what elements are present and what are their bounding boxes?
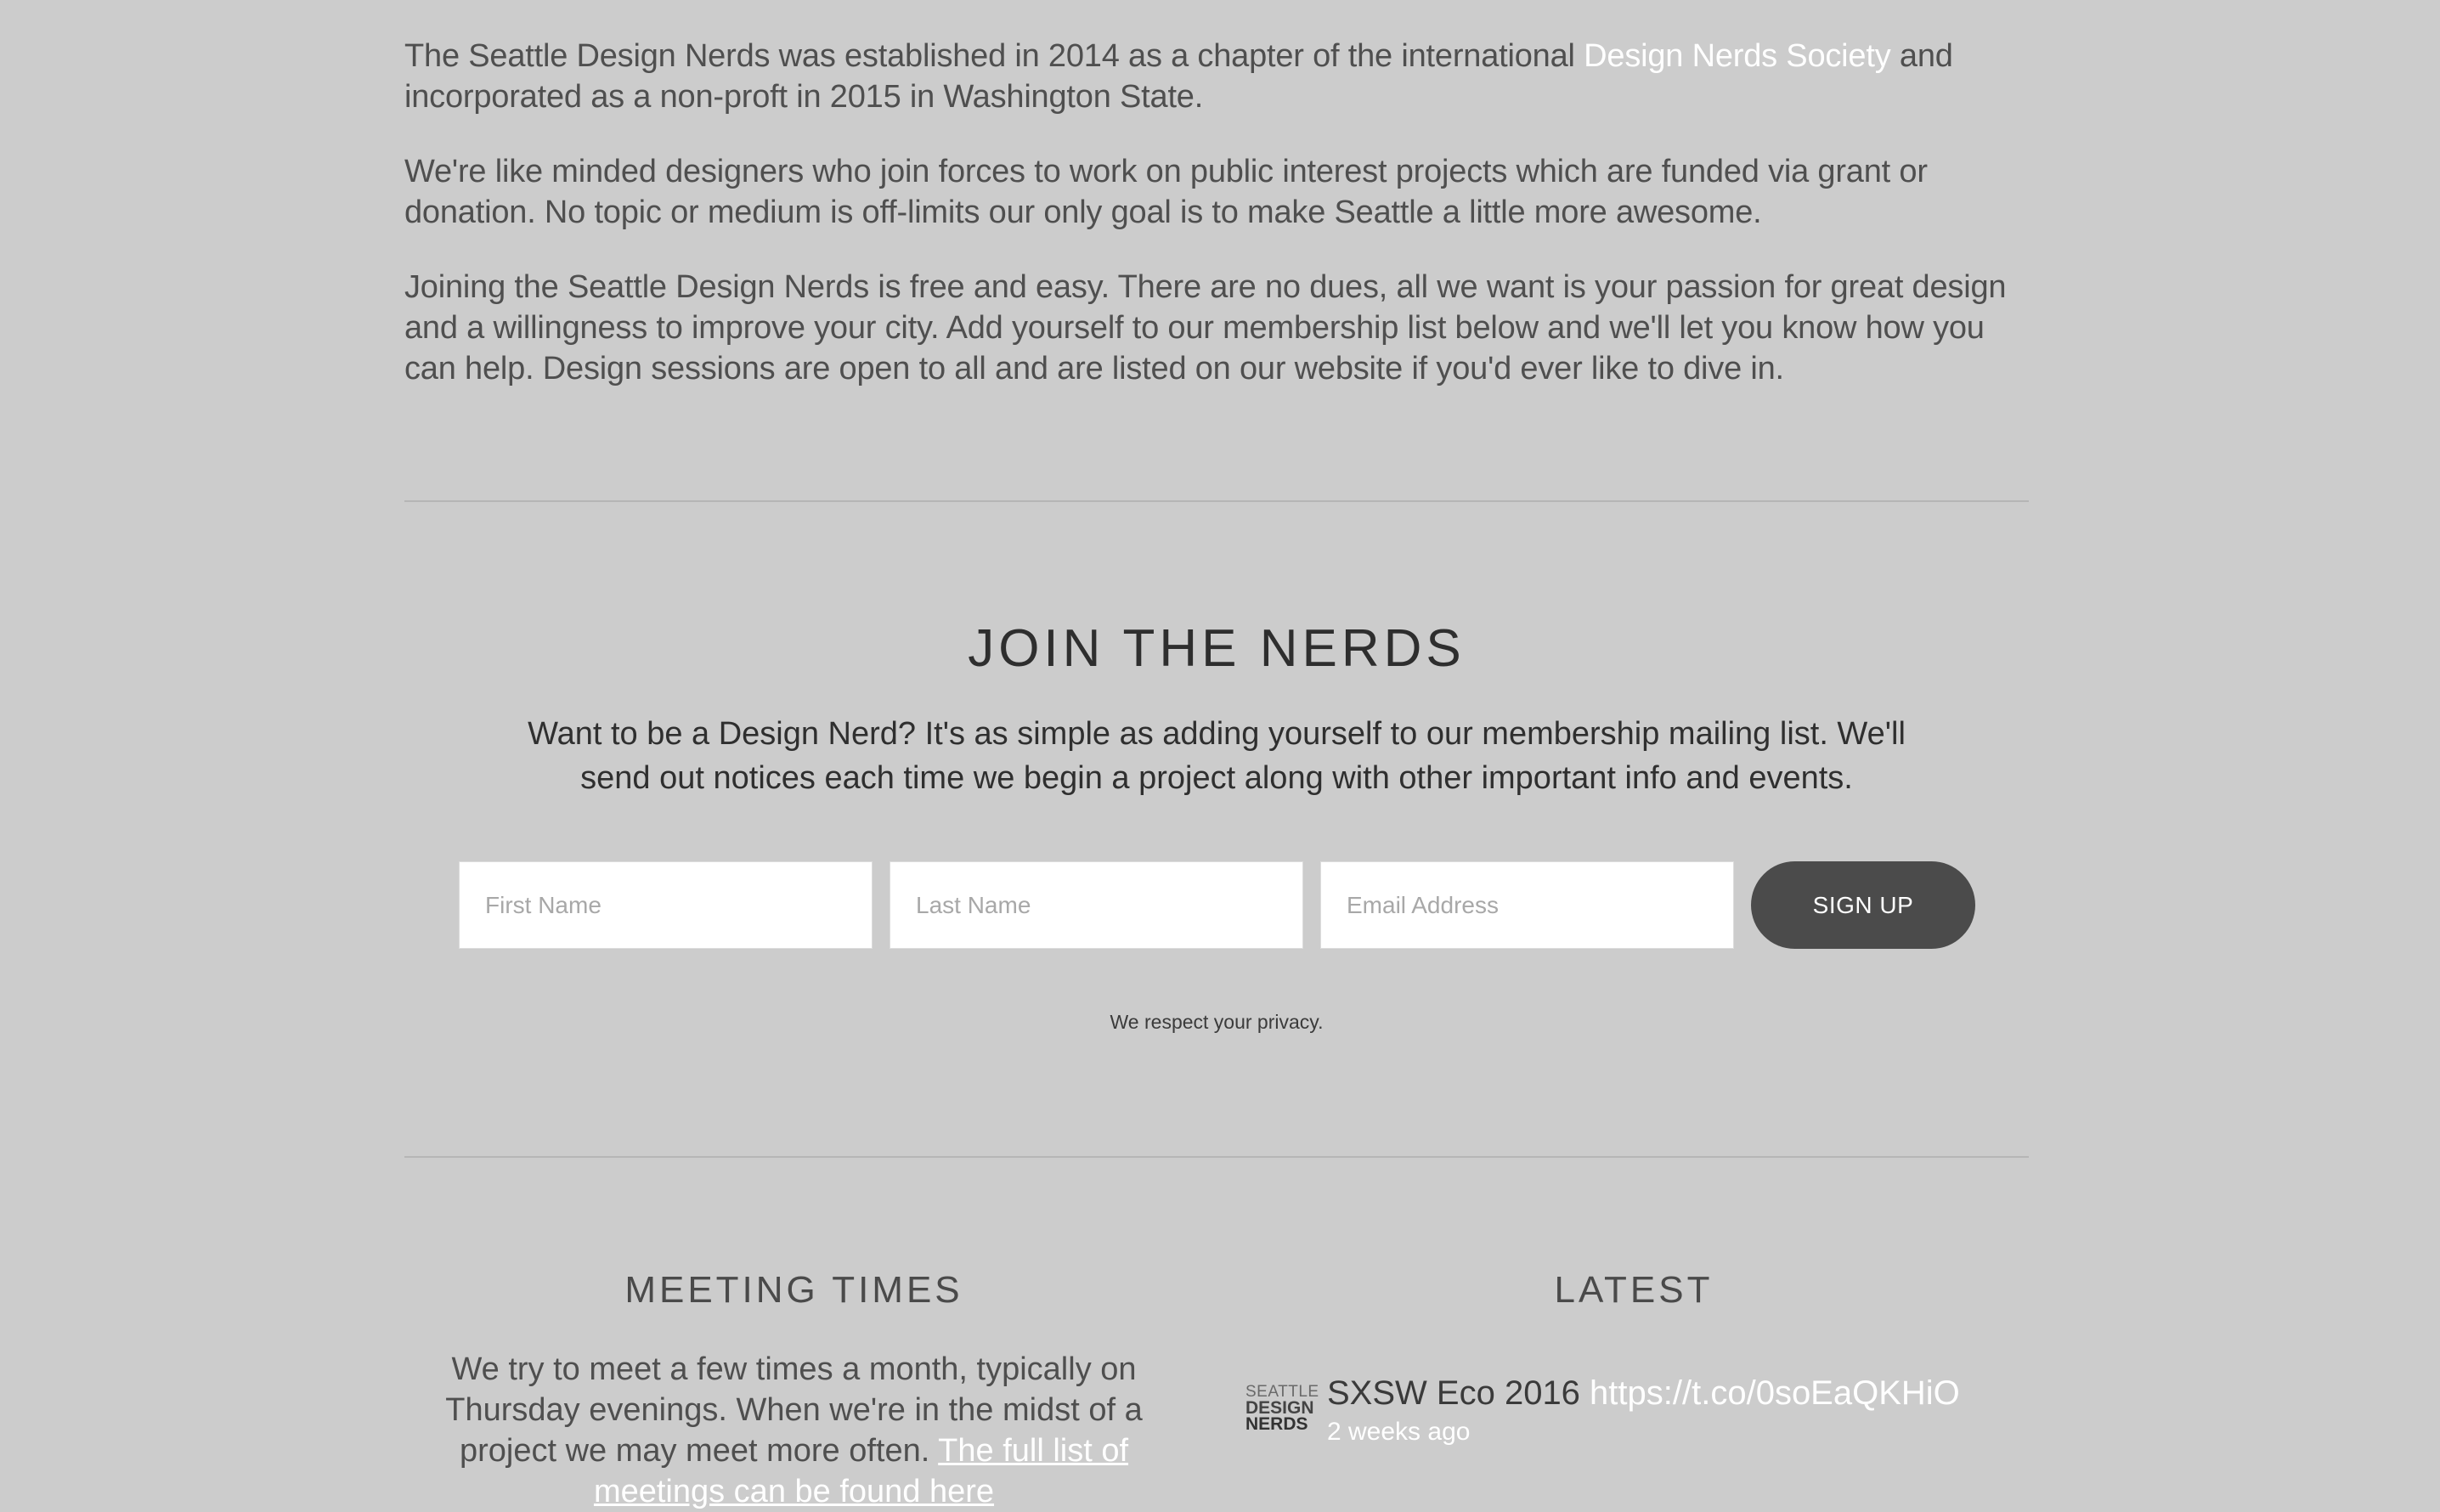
about-text: The Seattle Design Nerds was established… [404, 38, 1584, 74]
section-divider [404, 1156, 2029, 1158]
section-divider [404, 500, 2029, 502]
tweet-timestamp: 2 weeks ago [1327, 1418, 1471, 1446]
join-title: JOIN THE NERDS [968, 619, 1466, 678]
email-input[interactable] [1320, 861, 1734, 949]
tweet-link[interactable]: https://t.co/0soEaQKHiO [1590, 1374, 1960, 1412]
tweet-text: SXSW Eco 2016 https://t.co/0soEaQKHiO [1327, 1372, 1960, 1414]
meeting-times-text: We try to meet a few times a month, typi… [404, 1349, 1183, 1512]
tweet-body: SXSW Eco 2016 [1327, 1374, 1590, 1412]
join-description: Want to be a Design Nerd? It's as simple… [528, 716, 1906, 796]
sign-up-button[interactable]: SIGN UP [1751, 861, 1975, 949]
privacy-note: We respect your privacy. [1110, 1011, 1324, 1033]
latest-title: LATEST [1554, 1269, 1714, 1311]
design-nerds-society-link[interactable]: Design Nerds Society [1584, 38, 1891, 74]
about-paragraph-3: Joining the Seattle Design Nerds is free… [404, 269, 2007, 386]
first-name-input[interactable] [459, 861, 873, 949]
meeting-times-title: MEETING TIMES [624, 1269, 963, 1311]
logo-line: NERDS [1245, 1414, 1308, 1434]
seattle-design-nerds-logo: SEATTLE DESIGN NERDS [1245, 1384, 1324, 1440]
last-name-input[interactable] [890, 861, 1303, 949]
about-paragraph-1: The Seattle Design Nerds was established… [404, 36, 2029, 117]
about-paragraph-2: We're like minded designers who join for… [404, 154, 1928, 230]
